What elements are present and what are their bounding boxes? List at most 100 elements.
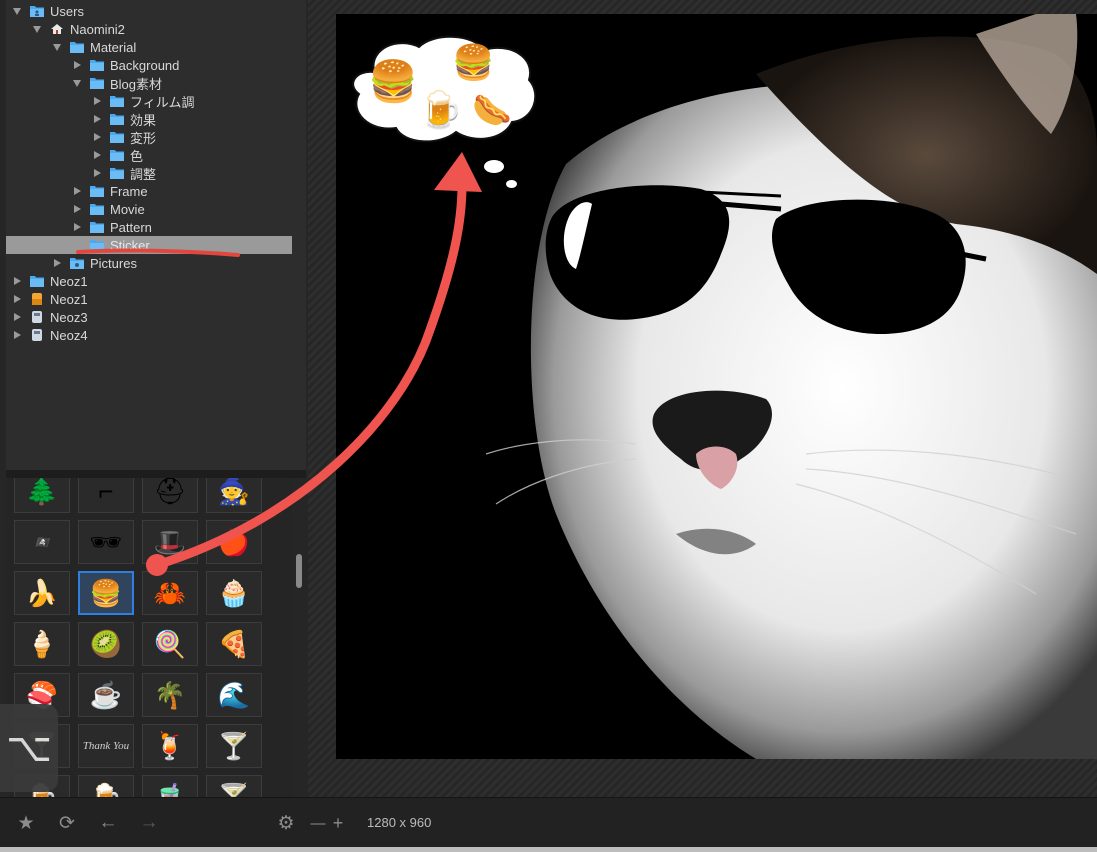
- tree-item[interactable]: Users: [12, 2, 84, 20]
- sticker-thumbnail[interactable]: 🍕: [206, 622, 262, 666]
- back-arrow-icon[interactable]: ←: [97, 812, 119, 834]
- sticker-thumbnail[interactable]: 🍌: [14, 571, 70, 615]
- disclosure-right-icon[interactable]: [12, 330, 22, 340]
- sticker-thumbnail[interactable]: Thank You: [78, 724, 134, 768]
- thought-dot-large: [484, 160, 504, 173]
- sticker-thumbnail[interactable]: 🍸: [206, 775, 262, 797]
- folder-icon: [70, 41, 84, 53]
- folder-icon: [90, 203, 104, 215]
- left-panel: Users Naomini2 Material Background Blog素材 フィル…: [0, 0, 308, 797]
- tree-item[interactable]: Movie: [72, 200, 145, 218]
- folder-icon: [110, 95, 124, 107]
- tree-item[interactable]: Neoz3: [12, 308, 88, 326]
- tree-item[interactable]: 効果: [92, 110, 156, 128]
- tree-item-label: Pattern: [110, 219, 152, 235]
- tree-item[interactable]: Neoz1: [12, 290, 88, 308]
- tree-item-label: Naomini2: [70, 21, 125, 37]
- disclosure-right-icon[interactable]: [92, 150, 102, 160]
- sticker-thumbnail[interactable]: 🌊: [206, 673, 262, 717]
- folder-icon: [110, 167, 124, 179]
- tree-item-label: Pictures: [90, 255, 137, 271]
- tree-item-label: Sticker: [110, 237, 150, 253]
- folder-icon: [90, 77, 104, 89]
- image-viewer: 🍔 🍔 🍺 🌭: [308, 0, 1097, 797]
- disclosure-right-icon[interactable]: [92, 132, 102, 142]
- scroll-thumb[interactable]: [296, 554, 302, 588]
- tree-item[interactable]: Blog素材: [72, 74, 162, 92]
- disclosure-down-icon[interactable]: [32, 24, 42, 34]
- disclosure-right-icon[interactable]: [72, 186, 82, 196]
- drive-icon: [30, 311, 44, 323]
- sticker-thumbnail[interactable]: 🧋: [142, 775, 198, 797]
- tree-item-label: Neoz1: [50, 273, 88, 289]
- tree-item[interactable]: 調整: [92, 164, 156, 182]
- sticker-thumbnail[interactable]: 🧁: [206, 571, 262, 615]
- burger-sticker-2[interactable]: 🍔: [452, 46, 494, 80]
- sticker-thumbnail[interactable]: 🕶: [78, 520, 134, 564]
- disclosure-right-icon[interactable]: [72, 222, 82, 232]
- disclosure-right-icon[interactable]: [92, 114, 102, 124]
- sticker-thumbnail[interactable]: 🧙: [206, 478, 262, 513]
- disclosure-right-icon[interactable]: [72, 60, 82, 70]
- tree-item[interactable]: 変形: [92, 128, 156, 146]
- forward-arrow-icon[interactable]: →: [138, 812, 160, 834]
- sticker-thumbnail[interactable]: 🏴‍☠️: [14, 520, 70, 564]
- sticker-thumbnail[interactable]: 🍸: [206, 724, 262, 768]
- sticker-thumbnail[interactable]: ⛑: [142, 478, 198, 513]
- favorite-star-icon[interactable]: ★: [15, 812, 37, 834]
- sticker-thumbnail[interactable]: 🍎: [206, 520, 262, 564]
- disclosure-right-icon[interactable]: [72, 240, 82, 250]
- gear-icon[interactable]: ⚙: [275, 812, 297, 834]
- sticker-thumbnail[interactable]: 🦀: [142, 571, 198, 615]
- bottom-toolbar: ★ ⟳ ← → ⚙ — + 1280 x 960: [0, 797, 1097, 848]
- folder-icon: [110, 149, 124, 161]
- tree-item[interactable]: Material: [52, 38, 136, 56]
- tree-item[interactable]: Neoz4: [12, 326, 88, 344]
- option-key-indicator: ⌥: [0, 704, 58, 792]
- zoom-out-button[interactable]: —: [307, 812, 329, 834]
- tree-item-label: Frame: [110, 183, 148, 199]
- disclosure-right-icon[interactable]: [92, 168, 102, 178]
- tree-item[interactable]: Frame: [72, 182, 148, 200]
- sticker-thumbnail[interactable]: 🍹: [142, 724, 198, 768]
- zoom-in-button[interactable]: +: [327, 812, 349, 834]
- tree-item[interactable]: Pictures: [52, 254, 137, 272]
- thought-bubble: 🍔 🍔 🍺 🌭: [344, 32, 542, 150]
- tree-item[interactable]: Neoz1: [12, 272, 88, 290]
- sticker-thumbnail[interactable]: 🍺: [78, 775, 134, 797]
- tree-item-label: 変形: [130, 130, 157, 146]
- disclosure-right-icon[interactable]: [72, 204, 82, 214]
- tree-item[interactable]: フィルム調: [92, 92, 194, 110]
- sticker-thumbnail[interactable]: ⌐: [78, 478, 134, 513]
- disclosure-right-icon[interactable]: [92, 96, 102, 106]
- refresh-icon[interactable]: ⟳: [56, 812, 78, 834]
- tree-item[interactable]: Sticker: [6, 236, 292, 254]
- panel-splitter[interactable]: [6, 470, 306, 478]
- sticker-scrollbar[interactable]: [292, 478, 306, 797]
- disclosure-right-icon[interactable]: [12, 294, 22, 304]
- sticker-thumbnail[interactable]: 🌴: [142, 673, 198, 717]
- tree-item[interactable]: Background: [72, 56, 179, 74]
- sticker-thumbnail[interactable]: 🥝: [78, 622, 134, 666]
- disclosure-right-icon[interactable]: [12, 312, 22, 322]
- sticker-thumbnail[interactable]: 🌲: [14, 478, 70, 513]
- tree-item-label: Neoz4: [50, 327, 88, 343]
- camera-folder-icon: [70, 257, 84, 269]
- tree-item[interactable]: 色: [92, 146, 143, 164]
- tree-item[interactable]: Naomini2: [32, 20, 125, 38]
- folder-icon: [90, 59, 104, 71]
- hotdog-sticker[interactable]: 🌭: [472, 94, 512, 126]
- disclosure-right-icon[interactable]: [52, 258, 62, 268]
- tree-item[interactable]: Pattern: [72, 218, 152, 236]
- sticker-thumbnail[interactable]: 🍦: [14, 622, 70, 666]
- sticker-thumbnail[interactable]: ☕: [78, 673, 134, 717]
- sticker-thumbnail[interactable]: 🍭: [142, 622, 198, 666]
- disclosure-down-icon[interactable]: [52, 42, 62, 52]
- sticker-thumbnail[interactable]: 🎩: [142, 520, 198, 564]
- burger-sticker[interactable]: 🍔: [368, 62, 418, 102]
- disclosure-down-icon[interactable]: [12, 6, 22, 16]
- disclosure-right-icon[interactable]: [12, 276, 22, 286]
- beer-sticker[interactable]: 🍺: [418, 92, 463, 128]
- sticker-thumbnail[interactable]: 🍔: [78, 571, 134, 615]
- disclosure-down-icon[interactable]: [72, 78, 82, 88]
